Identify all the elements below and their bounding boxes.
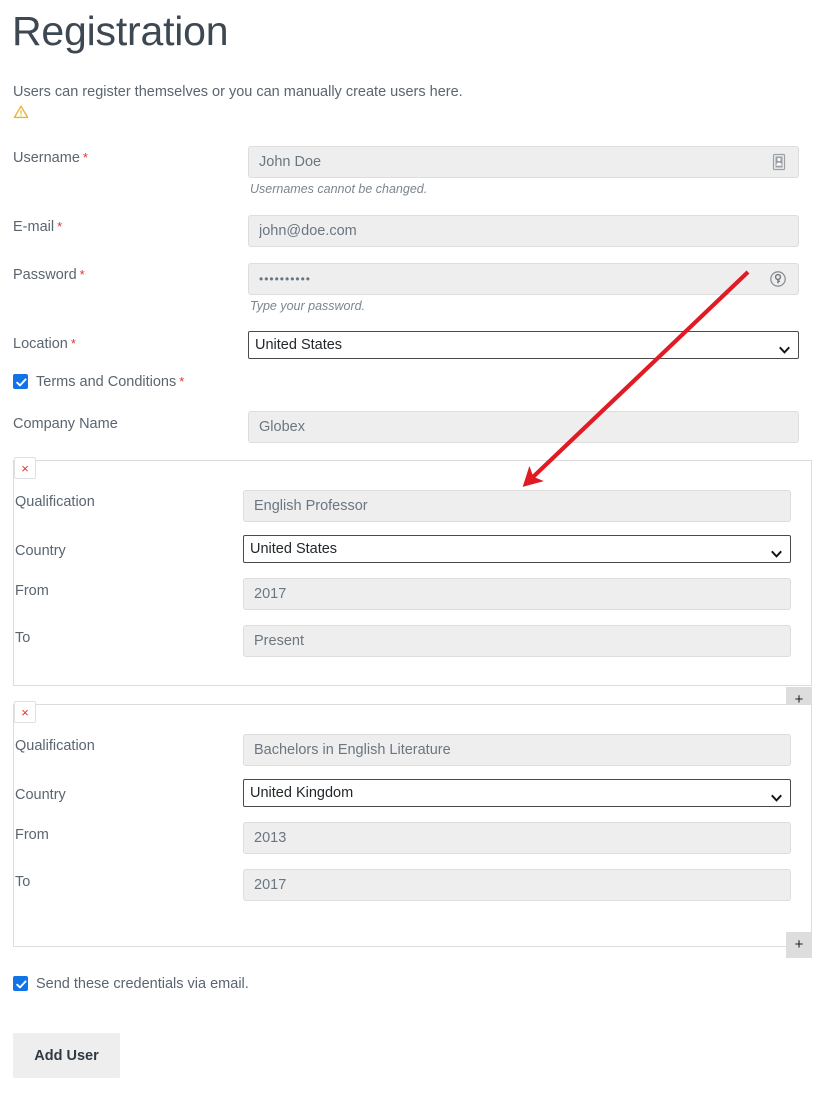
password-label-text: Password bbox=[13, 267, 77, 283]
add-user-button[interactable]: Add User bbox=[13, 1033, 120, 1078]
email-label-text: E-mail bbox=[13, 219, 55, 235]
terms-checkbox[interactable] bbox=[13, 374, 28, 389]
remove-qualification-button-1[interactable]: × bbox=[14, 457, 36, 479]
username-required-marker: * bbox=[82, 150, 88, 165]
location-label: Location * bbox=[13, 335, 76, 353]
company-label: Company Name bbox=[13, 415, 118, 433]
from-label-1: From bbox=[15, 583, 49, 599]
terms-label-text: Terms and Conditions bbox=[36, 374, 177, 390]
email-label: E-mail * bbox=[13, 218, 62, 236]
email-input[interactable] bbox=[248, 215, 799, 247]
country-select-wrapper-1[interactable]: United States bbox=[243, 535, 791, 563]
location-required-marker: * bbox=[70, 336, 76, 351]
registration-page: Registration Users can register themselv… bbox=[0, 0, 828, 1103]
location-label-text: Location bbox=[13, 336, 68, 352]
country-label-2: Country bbox=[15, 787, 66, 803]
from-input-2[interactable] bbox=[243, 822, 791, 854]
qualification-group-2: × Qualification Country United Kingdom F… bbox=[13, 701, 812, 947]
from-label-2: From bbox=[15, 827, 49, 843]
password-help-text: Type your password. bbox=[250, 299, 366, 313]
company-input[interactable] bbox=[248, 411, 799, 443]
password-label: Password * bbox=[13, 266, 85, 284]
terms-label: Terms and Conditions * bbox=[36, 373, 184, 391]
page-title: Registration bbox=[12, 8, 229, 54]
username-label: Username * bbox=[13, 149, 88, 167]
terms-required-marker: * bbox=[179, 374, 185, 389]
from-input-1[interactable] bbox=[243, 578, 791, 610]
warning-triangle-icon bbox=[13, 104, 29, 120]
send-credentials-checkbox[interactable] bbox=[13, 976, 28, 991]
country-label-1: Country bbox=[15, 543, 66, 559]
username-help-text: Usernames cannot be changed. bbox=[250, 182, 428, 196]
qualification-input-2[interactable] bbox=[243, 734, 791, 766]
qualification-label-1: Qualification bbox=[15, 494, 95, 510]
send-credentials-label: Send these credentials via email. bbox=[36, 976, 249, 992]
to-label-2: To bbox=[15, 874, 31, 890]
email-required-marker: * bbox=[57, 219, 63, 234]
remove-qualification-button-2[interactable]: × bbox=[14, 701, 36, 723]
company-label-text: Company Name bbox=[13, 416, 118, 432]
country-select-wrapper-2[interactable]: United Kingdom bbox=[243, 779, 791, 807]
country-select-1[interactable]: United States bbox=[243, 535, 791, 563]
to-input-2[interactable] bbox=[243, 869, 791, 901]
qualification-label-2: Qualification bbox=[15, 738, 95, 754]
password-required-marker: * bbox=[79, 267, 85, 282]
location-select[interactable]: United States bbox=[248, 331, 799, 359]
country-select-2[interactable]: United Kingdom bbox=[243, 779, 791, 807]
to-label-1: To bbox=[15, 630, 31, 646]
qualification-group-1: × Qualification Country United States Fr… bbox=[13, 457, 812, 686]
add-qualification-button-2[interactable]: + bbox=[786, 932, 812, 958]
page-subtitle: Users can register themselves or you can… bbox=[13, 84, 463, 100]
password-input[interactable] bbox=[248, 263, 799, 295]
location-select-wrapper[interactable]: United States bbox=[248, 331, 799, 359]
username-input[interactable] bbox=[248, 146, 799, 178]
username-label-text: Username bbox=[13, 150, 80, 166]
to-input-1[interactable] bbox=[243, 625, 791, 657]
qualification-input-1[interactable] bbox=[243, 490, 791, 522]
